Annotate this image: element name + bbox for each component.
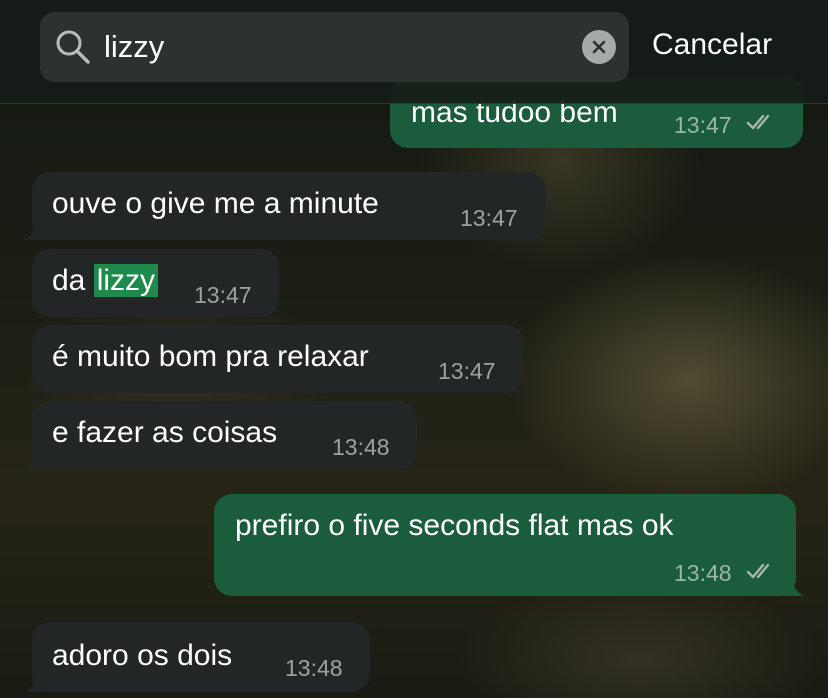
message-bubble-incoming[interactable]: ouve o give me a minute 13:47 <box>24 172 546 240</box>
search-header: Cancelar <box>0 0 828 104</box>
cancel-button[interactable]: Cancelar <box>652 22 772 68</box>
search-match-highlight: lizzy <box>93 264 159 297</box>
message-time: 13:48 <box>285 655 343 681</box>
double-check-icon <box>746 563 770 579</box>
message-text-part: da <box>52 264 86 297</box>
message-bubble-incoming[interactable]: adoro os dois 13:48 <box>24 622 370 692</box>
message-text: é muito bom pra relaxar <box>52 340 369 373</box>
search-input[interactable] <box>104 12 544 82</box>
clear-x-icon <box>592 40 606 54</box>
message-bubble-incoming[interactable]: é muito bom pra relaxar 13:47 <box>32 325 524 393</box>
message-time: 13:48 <box>674 560 732 586</box>
search-box[interactable] <box>40 12 629 82</box>
message-text: da lizzy <box>52 264 159 298</box>
double-check-icon <box>746 114 770 130</box>
bubble-tail <box>24 672 46 692</box>
message-bubble-outgoing[interactable]: prefiro o five seconds flat mas ok 13:48 <box>214 494 804 596</box>
message-text: e fazer as coisas <box>52 416 278 449</box>
message-time: 13:48 <box>332 434 390 460</box>
search-icon <box>56 30 90 64</box>
message-text: adoro os dois <box>52 639 233 672</box>
clear-search-button[interactable] <box>582 30 616 64</box>
message-text: ouve o give me a minute <box>52 187 379 220</box>
message-time: 13:47 <box>674 112 732 138</box>
message-text: prefiro o five seconds flat mas ok <box>235 509 674 542</box>
bubble-tail <box>24 220 46 240</box>
message-time: 13:47 <box>194 282 252 308</box>
message-bubble-incoming[interactable]: da lizzy 13:47 <box>32 249 279 317</box>
message-bubble-incoming[interactable]: e fazer as coisas 13:48 <box>24 401 417 469</box>
bubble-tail <box>782 576 804 596</box>
bubble-tail <box>24 449 46 469</box>
message-time: 13:47 <box>438 358 496 384</box>
message-time: 13:47 <box>460 205 518 231</box>
